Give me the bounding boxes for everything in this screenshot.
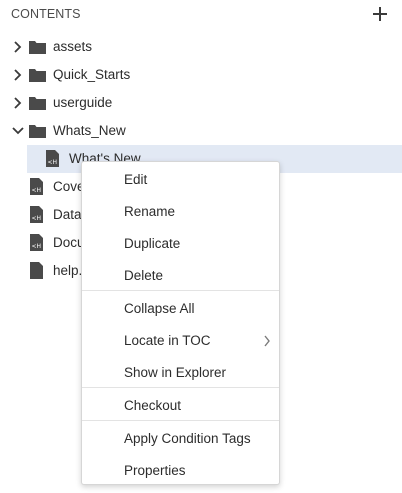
chevron-right-icon[interactable] bbox=[12, 97, 24, 109]
menu-item-duplicate[interactable]: Duplicate bbox=[82, 228, 279, 258]
menu-item-label: Edit bbox=[124, 172, 148, 187]
folder-icon bbox=[29, 97, 46, 110]
tree-item-label: Whats_New bbox=[53, 123, 126, 138]
chevron-right-icon bbox=[264, 335, 270, 347]
menu-item-edit[interactable]: Edit bbox=[82, 164, 279, 194]
tree-item-label: Docu bbox=[53, 235, 85, 250]
menu-item-apply-condition-tags[interactable]: Apply Condition Tags bbox=[82, 423, 279, 453]
add-button[interactable] bbox=[370, 4, 390, 24]
ditamap-icon: <H bbox=[30, 178, 43, 195]
panel-title: CONTENTS bbox=[11, 7, 81, 21]
tree-item-label: userguide bbox=[53, 95, 113, 110]
menu-item-properties[interactable]: Properties bbox=[82, 455, 279, 485]
context-menu: Edit Rename Duplicate Delete Collapse Al… bbox=[81, 161, 280, 485]
tree-item-whats-new-folder[interactable]: Whats_New bbox=[0, 117, 402, 145]
menu-divider bbox=[82, 420, 279, 421]
svg-text:<H: <H bbox=[48, 159, 58, 166]
menu-divider bbox=[82, 387, 279, 388]
menu-item-label: Show in Explorer bbox=[124, 365, 227, 380]
menu-divider bbox=[82, 290, 279, 291]
contents-panel: CONTENTS assets Quick_Starts userguide W… bbox=[0, 0, 402, 493]
folder-icon bbox=[29, 69, 46, 82]
menu-item-collapse-all[interactable]: Collapse All bbox=[82, 293, 279, 323]
chevron-right-icon[interactable] bbox=[12, 69, 24, 81]
menu-item-rename[interactable]: Rename bbox=[82, 196, 279, 226]
tree-item-label: Quick_Starts bbox=[53, 67, 131, 82]
ditamap-icon: <H bbox=[30, 234, 43, 251]
menu-item-show-in-explorer[interactable]: Show in Explorer bbox=[82, 357, 279, 387]
chevron-down-icon[interactable] bbox=[12, 125, 24, 137]
menu-item-label: Duplicate bbox=[124, 236, 181, 251]
menu-item-delete[interactable]: Delete bbox=[82, 260, 279, 290]
tree-item-label: assets bbox=[53, 39, 93, 54]
menu-item-label: Checkout bbox=[124, 398, 182, 413]
tree-item-label: Cove bbox=[53, 179, 85, 194]
menu-item-label: Collapse All bbox=[124, 301, 195, 316]
panel-header: CONTENTS bbox=[0, 0, 402, 30]
tree-item-assets[interactable]: assets bbox=[0, 33, 402, 61]
chevron-right-icon[interactable] bbox=[12, 41, 24, 53]
menu-item-label: Properties bbox=[124, 463, 186, 478]
folder-icon bbox=[29, 125, 46, 138]
tree-item-quick-starts[interactable]: Quick_Starts bbox=[0, 61, 402, 89]
tree-item-userguide[interactable]: userguide bbox=[0, 89, 402, 117]
file-icon bbox=[30, 262, 43, 279]
tree-item-label: Data bbox=[53, 207, 82, 222]
menu-item-checkout[interactable]: Checkout bbox=[82, 390, 279, 420]
folder-icon bbox=[29, 41, 46, 54]
menu-item-locate-in-toc[interactable]: Locate in TOC bbox=[82, 325, 279, 355]
menu-item-label: Delete bbox=[124, 268, 164, 283]
svg-text:<H: <H bbox=[32, 243, 42, 250]
tree-item-label: help. bbox=[53, 263, 83, 278]
menu-item-label: Apply Condition Tags bbox=[124, 431, 251, 446]
menu-item-label: Rename bbox=[124, 204, 176, 219]
svg-text:<H: <H bbox=[32, 215, 42, 222]
plus-icon bbox=[373, 7, 387, 21]
menu-item-label: Locate in TOC bbox=[124, 333, 211, 348]
ditamap-icon: <H bbox=[30, 206, 43, 223]
svg-text:<H: <H bbox=[32, 187, 42, 194]
ditamap-icon: <H bbox=[46, 150, 59, 167]
